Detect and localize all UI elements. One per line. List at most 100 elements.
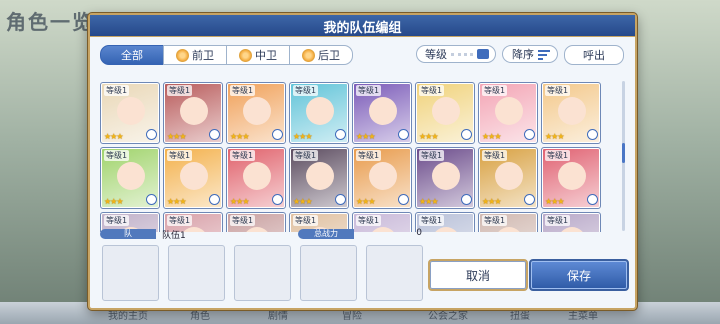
team-slots	[102, 245, 423, 301]
character-card[interactable]: 等级1 ★★★	[478, 82, 538, 144]
card-level: 等级1	[356, 85, 382, 96]
middle-role-icon	[239, 48, 252, 62]
tab-front[interactable]: 前卫	[163, 45, 227, 65]
card-level: 等级1	[293, 215, 319, 226]
rank-chevron-icon	[146, 129, 157, 140]
character-card[interactable]: 等级1 ★★★	[478, 147, 538, 209]
rank-chevron-icon	[272, 129, 283, 140]
character-card[interactable]: 等级1 ★★★	[100, 147, 160, 209]
character-portrait	[558, 162, 586, 190]
rank-chevron-icon	[587, 129, 598, 140]
call-out-button[interactable]: 呼出	[564, 45, 624, 65]
character-row: 等级1 ★★★ 等级1 ★★★ 等级1 ★★★ 等级1 ★★★ 等级1 ★★★ 等级1 ★★★ 等级1 ★…	[100, 82, 601, 144]
card-level: 等级1	[167, 85, 193, 96]
character-portrait	[243, 162, 271, 190]
grid-scrollbar-thumb[interactable]	[622, 143, 625, 163]
team-slot[interactable]	[102, 245, 159, 301]
card-level: 等级1	[104, 150, 130, 161]
star-rating: ★★★	[293, 197, 312, 206]
rank-chevron-icon	[146, 194, 157, 205]
sort-field-button[interactable]: 等级	[416, 45, 496, 63]
rank-chevron-icon	[461, 129, 472, 140]
tab-all-label: 全部	[121, 49, 143, 62]
back-role-icon	[302, 48, 315, 62]
character-portrait	[117, 97, 145, 125]
tab-back[interactable]: 后卫	[289, 45, 353, 65]
card-level: 等级1	[293, 150, 319, 161]
rank-chevron-icon	[461, 194, 472, 205]
character-card[interactable]: 等级1 ★★★	[541, 147, 601, 209]
sort-lines-icon	[538, 50, 550, 61]
rank-chevron-icon	[335, 194, 346, 205]
character-card[interactable]: 等级1 ★★★	[163, 147, 223, 209]
star-rating: ★★★	[356, 197, 375, 206]
card-level: 等级1	[230, 150, 256, 161]
card-level: 等级1	[230, 215, 256, 226]
star-rating: ★★★	[230, 197, 249, 206]
team-name: 队伍1	[162, 231, 186, 241]
character-card[interactable]: 等级1 ★★★	[415, 82, 475, 144]
character-card[interactable]: 等级1 ★★★	[541, 82, 601, 144]
character-portrait	[243, 97, 271, 125]
dialog-title: 我的队伍编组	[323, 21, 402, 36]
tab-front-label: 前卫	[192, 49, 214, 62]
character-portrait	[495, 162, 523, 190]
character-card[interactable]: 等级1 ★★★	[226, 82, 286, 144]
card-level: 等级1	[419, 150, 445, 161]
team-slot[interactable]	[300, 245, 357, 301]
rank-chevron-icon	[272, 194, 283, 205]
grid-scrollbar[interactable]	[622, 81, 625, 231]
position-filter-tabs: 全部 前卫 中卫 后卫	[100, 45, 353, 65]
front-role-icon	[176, 48, 189, 62]
card-level: 等级1	[293, 85, 319, 96]
character-card[interactable]: 等级1 ★★★	[415, 147, 475, 209]
character-card[interactable]: 等级1 ★★★	[289, 82, 349, 144]
character-card[interactable]: 等级1 ★★★	[226, 147, 286, 209]
character-card[interactable]: 等级1 ★★★	[100, 82, 160, 144]
rank-chevron-icon	[209, 194, 220, 205]
dialog-header: 我的队伍编组	[90, 15, 635, 37]
tab-back-label: 后卫	[318, 49, 340, 62]
character-portrait	[495, 227, 523, 232]
card-level: 等级1	[482, 150, 508, 161]
card-level: 等级1	[230, 85, 256, 96]
team-edit-dialog: 我的队伍编组 全部 前卫 中卫 后卫 等级 降序 呼出 等级1 ★★★ 等级1 ★★★…	[88, 13, 637, 310]
character-portrait	[558, 97, 586, 125]
star-rating: ★★★	[419, 197, 438, 206]
star-rating: ★★★	[545, 132, 564, 141]
character-card[interactable]: 等级1	[541, 212, 601, 232]
save-button[interactable]: 保存	[529, 259, 629, 291]
character-card[interactable]: 等级1 ★★★	[352, 147, 412, 209]
card-level: 等级1	[104, 85, 130, 96]
star-rating: ★★★	[482, 132, 501, 141]
character-portrait	[432, 227, 460, 232]
character-card[interactable]: 等级1 ★★★	[352, 82, 412, 144]
team-slot[interactable]	[366, 245, 423, 301]
team-slot[interactable]	[234, 245, 291, 301]
background-title: 角色一览	[6, 10, 94, 34]
tab-all[interactable]: 全部	[100, 45, 164, 65]
character-portrait	[117, 162, 145, 190]
rank-chevron-icon	[335, 129, 346, 140]
team-slot[interactable]	[168, 245, 225, 301]
card-level: 等级1	[419, 215, 445, 226]
tab-middle[interactable]: 中卫	[226, 45, 290, 65]
sort-order-button[interactable]: 降序	[502, 45, 558, 63]
card-view-icon	[477, 49, 489, 59]
character-card[interactable]: 等级1 ★★★	[289, 147, 349, 209]
card-level: 等级1	[482, 85, 508, 96]
star-rating: ★★★	[104, 132, 123, 141]
star-rating: ★★★	[104, 197, 123, 206]
rank-chevron-icon	[209, 129, 220, 140]
character-card[interactable]: 等级1 ★★★	[163, 82, 223, 144]
card-level: 等级1	[167, 215, 193, 226]
character-portrait	[495, 97, 523, 125]
cancel-button[interactable]: 取消	[428, 259, 528, 291]
character-portrait	[306, 162, 334, 190]
star-rating: ★★★	[230, 132, 249, 141]
character-card[interactable]: 等级1	[478, 212, 538, 232]
sort-order-label: 降序	[512, 48, 534, 61]
rank-chevron-icon	[398, 129, 409, 140]
character-grid: 等级1 ★★★ 等级1 ★★★ 等级1 ★★★ 等级1 ★★★ 等级1 ★★★ 等级1 ★★★ 等级1 ★…	[100, 72, 620, 232]
total-power-label: 总战力	[298, 229, 354, 239]
